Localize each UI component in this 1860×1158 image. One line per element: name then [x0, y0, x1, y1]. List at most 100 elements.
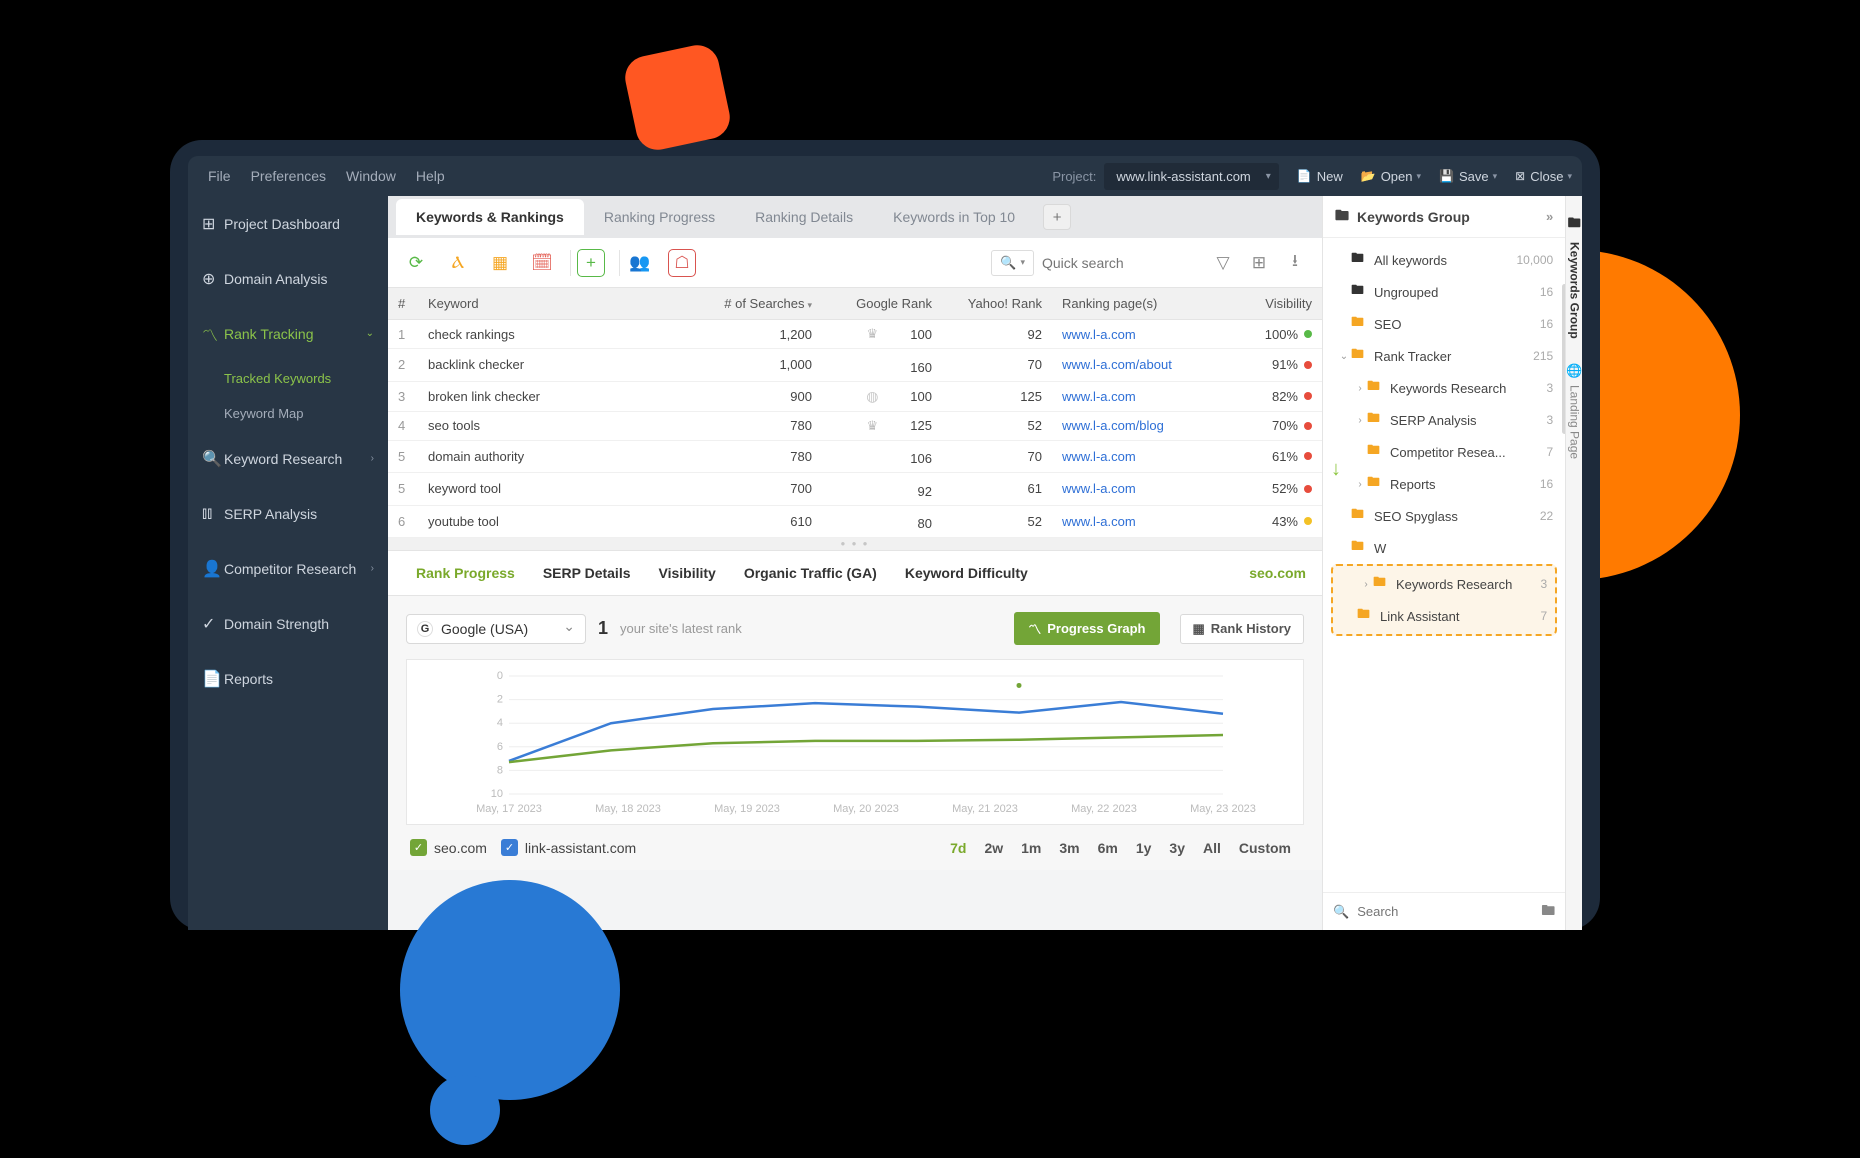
keyword-stack-icon[interactable]: ▦: [486, 249, 514, 277]
table-row[interactable]: 5domain authority780 106 70www.l-a.com 6…: [388, 440, 1322, 473]
quick-search-input[interactable]: [1040, 251, 1200, 275]
sidebar-item-rank-tracking[interactable]: 〽Rank Tracking⌄: [188, 306, 388, 361]
menu-file[interactable]: File: [198, 168, 241, 184]
sidebar-item-domain-analysis[interactable]: ⊕Domain Analysis: [188, 251, 388, 306]
range-custom[interactable]: Custom: [1230, 840, 1300, 856]
ranking-page-link[interactable]: www.l-a.com/about: [1062, 357, 1172, 372]
tree-node[interactable]: › 🖿 SERP Analysis3: [1329, 404, 1559, 436]
tree-node[interactable]: › 🖿 Keywords Research3: [1329, 372, 1559, 404]
export-icon[interactable]: ⭳: [1282, 250, 1308, 276]
tree-node[interactable]: 🖿 W: [1329, 532, 1559, 564]
tab-ranking-progress[interactable]: Ranking Progress: [584, 199, 735, 235]
tree-node[interactable]: › 🖿 Reports16: [1329, 468, 1559, 500]
folder-add-icon[interactable]: 🖿: [1541, 900, 1555, 924]
sidebar-item-domain-strength[interactable]: ✓Domain Strength: [188, 596, 388, 651]
ranking-page-link[interactable]: www.l-a.com: [1062, 327, 1136, 342]
table-row[interactable]: 6youtube tool610 80 52www.l-a.com 43%: [388, 505, 1322, 538]
folder-icon: 🖿: [1351, 345, 1369, 367]
detail-tab-visibility[interactable]: Visibility: [645, 565, 730, 581]
range-all[interactable]: All: [1194, 840, 1230, 856]
side-tab-keywords-group[interactable]: 🖿Keywords Group: [1567, 206, 1581, 347]
tree-node[interactable]: › 🖿 Keywords Research3: [1335, 568, 1553, 600]
col-yahoo-rank[interactable]: Yahoo! Rank: [942, 288, 1052, 320]
detail-tab-organic-traffic-ga-[interactable]: Organic Traffic (GA): [730, 565, 891, 581]
legend-seo[interactable]: ✓seo.com: [410, 839, 487, 856]
col-keyword[interactable]: Keyword: [418, 288, 682, 320]
splitter-handle[interactable]: ● ● ●: [388, 538, 1322, 550]
search-mode-dropdown[interactable]: 🔍 ▾: [991, 250, 1034, 276]
search-engine-dropdown[interactable]: G Google (USA): [406, 614, 586, 644]
ranking-page-link[interactable]: www.l-a.com: [1062, 481, 1136, 496]
schedule-icon[interactable]: 🗓: [528, 249, 556, 277]
project-dropdown[interactable]: www.link-assistant.com: [1104, 163, 1278, 190]
filter-icon[interactable]: ▽: [1210, 250, 1236, 276]
group-search-input[interactable]: [1357, 904, 1533, 919]
tree-node[interactable]: 🖿 Competitor Resea...7: [1329, 436, 1559, 468]
legend-link-assistant[interactable]: ✓link-assistant.com: [501, 839, 636, 856]
range-6m[interactable]: 6m: [1089, 840, 1127, 856]
progress-graph-button[interactable]: 〽Progress Graph: [1014, 612, 1159, 645]
new-button[interactable]: 📄New: [1297, 169, 1343, 184]
tree-node[interactable]: 🖿 SEO Spyglass22: [1329, 500, 1559, 532]
detail-tab-rank-progress[interactable]: Rank Progress: [402, 565, 529, 581]
table-row[interactable]: 4seo tools780 ♛125 52www.l-a.com/blog 70…: [388, 411, 1322, 440]
menu-help[interactable]: Help: [406, 168, 455, 184]
expand-panel-icon[interactable]: »: [1546, 209, 1553, 224]
competitors-icon[interactable]: 👥: [626, 249, 654, 277]
sidebar-item-competitor-research[interactable]: 👤Competitor Research›: [188, 541, 388, 596]
rank-history-button[interactable]: ▦Rank History: [1180, 614, 1305, 644]
ranking-page-link[interactable]: www.l-a.com: [1062, 389, 1136, 404]
sidebar-item-reports[interactable]: 📄Reports: [188, 651, 388, 706]
col-idx[interactable]: #: [388, 288, 418, 320]
tab-ranking-details[interactable]: Ranking Details: [735, 199, 873, 235]
alerts-icon[interactable]: ☖: [668, 249, 696, 277]
col-ranking-pages[interactable]: Ranking page(s): [1052, 288, 1222, 320]
refresh-icon[interactable]: ⟳: [402, 249, 430, 277]
tree-node[interactable]: 🖿 All keywords10,000: [1329, 244, 1559, 276]
project-label: Project:: [1052, 169, 1096, 184]
sidebar-sub-tracked-keywords[interactable]: Tracked Keywords: [188, 361, 388, 396]
sidebar-item-keyword-research[interactable]: 🔍Keyword Research›: [188, 431, 388, 486]
tab-keywords-in-top-10[interactable]: Keywords in Top 10: [873, 199, 1035, 235]
ranking-page-link[interactable]: www.l-a.com: [1062, 449, 1136, 464]
range-1y[interactable]: 1y: [1127, 840, 1161, 856]
menu-preferences[interactable]: Preferences: [241, 168, 336, 184]
table-row[interactable]: 1check rankings1,200 ♛100 92www.l-a.com …: [388, 320, 1322, 349]
table-row[interactable]: 2backlink checker1,000 160 70www.l-a.com…: [388, 349, 1322, 382]
ranking-page-link[interactable]: www.l-a.com: [1062, 514, 1136, 529]
col-visibility[interactable]: Visibility: [1222, 288, 1322, 320]
ranking-page-link[interactable]: www.l-a.com/blog: [1062, 418, 1164, 433]
range-3m[interactable]: 3m: [1050, 840, 1088, 856]
side-tab-landing-page[interactable]: 🌐Landing Page: [1566, 355, 1582, 467]
sidebar-item-serp-analysis[interactable]: ⫾⫾SERP Analysis: [188, 486, 388, 541]
sidebar-sub-keyword-map[interactable]: Keyword Map: [188, 396, 388, 431]
table-row[interactable]: 5keyword tool700 92 61www.l-a.com 52%: [388, 473, 1322, 506]
table-row[interactable]: 3broken link checker900 ◍100 125www.l-a.…: [388, 381, 1322, 411]
tree-node[interactable]: 🖿 Ungrouped16: [1329, 276, 1559, 308]
col-google-rank[interactable]: Google Rank: [822, 288, 942, 320]
open-button[interactable]: 📂Open▾: [1361, 169, 1421, 184]
add-keyword-button[interactable]: +: [577, 249, 605, 277]
tab-keywords-rankings[interactable]: Keywords & Rankings: [396, 199, 584, 235]
add-tab-button[interactable]: +: [1043, 204, 1071, 230]
analytics-icon[interactable]: Ⲁ: [444, 249, 472, 277]
folder-icon: 🖿: [1367, 377, 1385, 399]
detail-tab-serp-details[interactable]: SERP Details: [529, 565, 645, 581]
save-button[interactable]: 💾Save▾: [1439, 169, 1497, 184]
scrollbar[interactable]: [1562, 284, 1565, 434]
range-3y[interactable]: 3y: [1160, 840, 1194, 856]
tree-node[interactable]: ⌄ 🖿 Rank Tracker215: [1329, 340, 1559, 372]
sidebar-item-project-dashboard[interactable]: ⊞Project Dashboard: [188, 196, 388, 251]
menu-window[interactable]: Window: [336, 168, 406, 184]
drop-target[interactable]: › 🖿 Keywords Research3 🖿 Link Assistant7: [1331, 564, 1557, 636]
tree-node[interactable]: 🖿 Link Assistant7: [1335, 600, 1553, 632]
range-7d[interactable]: 7d: [941, 840, 975, 856]
range-1m[interactable]: 1m: [1012, 840, 1050, 856]
tree-node[interactable]: 🖿 SEO16: [1329, 308, 1559, 340]
grid-view-icon[interactable]: ⊞: [1246, 250, 1272, 276]
col-searches[interactable]: # of Searches▾: [682, 288, 822, 320]
close-button[interactable]: ⊠Close▾: [1515, 169, 1572, 184]
range-2w[interactable]: 2w: [975, 840, 1012, 856]
detail-tab-keyword-difficulty[interactable]: Keyword Difficulty: [891, 565, 1042, 581]
decor-circle-blue-large: [400, 880, 620, 1100]
